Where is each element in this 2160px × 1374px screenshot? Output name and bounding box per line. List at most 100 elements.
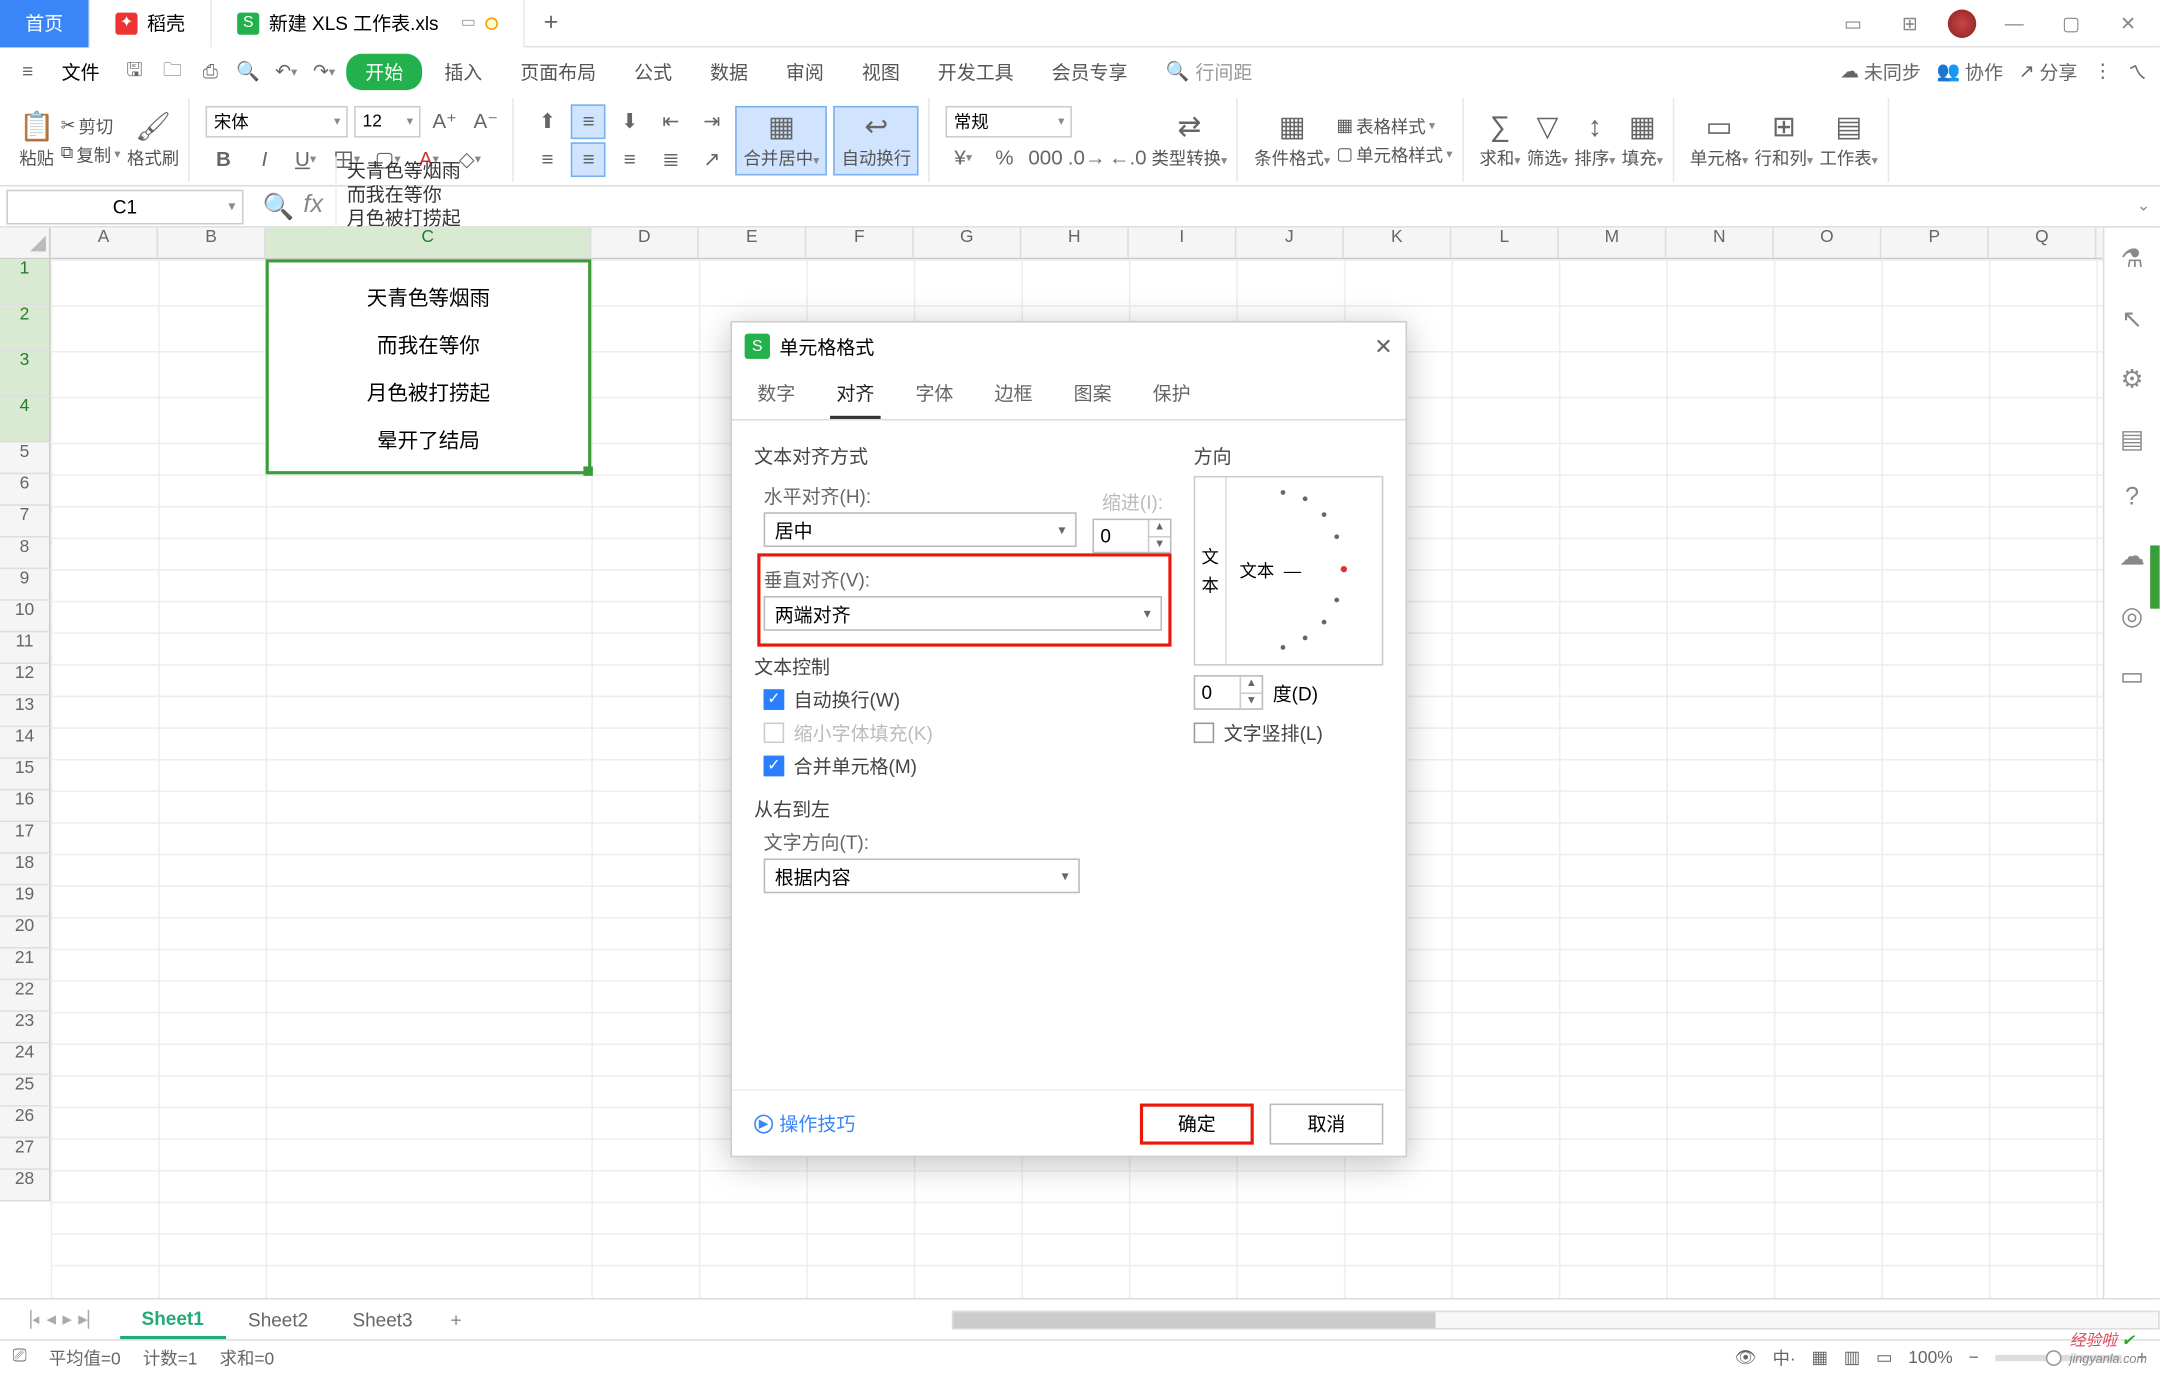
menu-view[interactable]: 视图	[846, 58, 916, 85]
row-header[interactable]: 16	[0, 791, 51, 823]
italic-button[interactable]: I	[247, 141, 282, 176]
col-header[interactable]: N	[1666, 228, 1774, 258]
col-header[interactable]: L	[1451, 228, 1559, 258]
indent-spinner[interactable]: 0 ▲▼	[1092, 519, 1171, 554]
menu-dev-tools[interactable]: 开发工具	[922, 58, 1030, 85]
font-size-combo[interactable]: 12▾	[355, 105, 421, 137]
row-header[interactable]: 25	[0, 1075, 51, 1107]
row-header[interactable]: 17	[0, 822, 51, 854]
cn-icon[interactable]: 中·	[1772, 1345, 1795, 1370]
col-header[interactable]: J	[1236, 228, 1344, 258]
view-normal-icon[interactable]: ▦	[1811, 1347, 1827, 1368]
side-location-icon[interactable]: ◎	[2121, 601, 2143, 633]
sheet-prev-icon[interactable]: ◂	[47, 1307, 57, 1331]
side-settings-icon[interactable]: ⚙	[2121, 364, 2144, 396]
underline-button[interactable]: U▾	[288, 141, 323, 176]
menu-page-layout[interactable]: 页面布局	[504, 58, 612, 85]
dialog-tab-border[interactable]: 边框	[988, 370, 1039, 419]
font-name-combo[interactable]: 宋体▾	[206, 105, 348, 137]
h-align-combo[interactable]: 居中▾	[764, 512, 1077, 547]
apps-icon[interactable]: ⊞	[1891, 4, 1929, 42]
side-more-icon[interactable]: ▭	[2120, 661, 2144, 693]
row-header[interactable]: 23	[0, 1012, 51, 1044]
side-props-icon[interactable]: ▤	[2120, 424, 2144, 456]
dialog-tips-link[interactable]: ▶操作技巧	[754, 1110, 855, 1137]
tab-menu-icon[interactable]: ▭	[461, 14, 476, 31]
col-header[interactable]: C	[266, 228, 592, 258]
col-header[interactable]: Q	[1989, 228, 2097, 258]
wrap-checkbox-row[interactable]: ✓自动换行(W)	[764, 686, 1172, 713]
row-header[interactable]: 10	[0, 601, 51, 633]
preview-icon[interactable]: 🔍	[232, 55, 264, 87]
tab-home[interactable]: 首页	[0, 0, 90, 47]
dialog-tab-pattern[interactable]: 图案	[1067, 370, 1118, 419]
more-icon[interactable]: ⋮	[2093, 60, 2112, 82]
dialog-close-button[interactable]: ✕	[1374, 333, 1393, 360]
row-header[interactable]: 3	[0, 351, 51, 397]
menu-start[interactable]: 开始	[346, 53, 422, 89]
row-header[interactable]: 12	[0, 664, 51, 696]
col-header[interactable]: P	[1881, 228, 1989, 258]
hamburger-icon[interactable]: ≡	[13, 60, 43, 82]
col-header[interactable]: O	[1774, 228, 1882, 258]
sheet-next-icon[interactable]: ▸	[62, 1307, 72, 1331]
zoom-out-button[interactable]: −	[1969, 1348, 1979, 1367]
orientation-vertical-text[interactable]: 文本	[1195, 477, 1227, 664]
spin-up-icon[interactable]: ▲	[1148, 520, 1170, 537]
align-top-icon[interactable]: ⬆	[530, 104, 565, 139]
row-header[interactable]: 15	[0, 759, 51, 791]
copy-button[interactable]: ⧉ 复制▾	[61, 141, 121, 166]
eye-icon[interactable]: 👁	[1735, 1347, 1757, 1368]
formula-expand-icon[interactable]: ⌄	[2127, 198, 2159, 215]
menu-data[interactable]: 数据	[694, 58, 764, 85]
side-help-icon[interactable]: ?	[2125, 484, 2139, 512]
col-header[interactable]: H	[1021, 228, 1129, 258]
select-all-corner[interactable]	[0, 228, 51, 258]
zoom-icon[interactable]: 🔍	[262, 191, 293, 223]
dialog-tab-font[interactable]: 字体	[909, 370, 960, 419]
share-button[interactable]: ↗ 分享	[2019, 58, 2078, 85]
spin-up-icon[interactable]: ▲	[1240, 677, 1262, 694]
vertical-text-checkbox-row[interactable]: 文字竖排(L)	[1194, 719, 1384, 746]
h-scrollbar[interactable]	[952, 1310, 2160, 1329]
spin-down-icon[interactable]: ▼	[1148, 537, 1170, 552]
status-mode-icon[interactable]: ⎚	[13, 1347, 27, 1368]
unsync-button[interactable]: ☁ 未同步	[1840, 58, 1921, 85]
col-header[interactable]: D	[591, 228, 699, 258]
row-header[interactable]: 18	[0, 854, 51, 886]
search-box[interactable]: 🔍 行间距	[1165, 58, 1252, 85]
format-painter-button[interactable]: 🖌格式刷	[127, 110, 179, 170]
row-header[interactable]: 19	[0, 885, 51, 917]
tab-file[interactable]: S 新建 XLS 工作表.xls ▭	[212, 0, 525, 47]
spin-down-icon[interactable]: ▼	[1240, 693, 1262, 708]
menu-review[interactable]: 审阅	[770, 58, 840, 85]
tab-docer[interactable]: ✦ 稻壳	[90, 0, 212, 47]
ok-button[interactable]: 确定	[1140, 1103, 1254, 1144]
dialog-tab-align[interactable]: 对齐	[830, 370, 881, 419]
merge-checkbox-row[interactable]: ✓合并单元格(M)	[764, 753, 1172, 780]
row-header[interactable]: 28	[0, 1170, 51, 1202]
row-header[interactable]: 26	[0, 1107, 51, 1139]
indent-increase-icon[interactable]: ⇥	[695, 104, 730, 139]
col-header[interactable]: F	[806, 228, 914, 258]
paste-button[interactable]: 📋粘贴	[19, 110, 54, 170]
save-as-icon[interactable]: 🗀	[157, 55, 189, 87]
dialog-tab-protect[interactable]: 保护	[1146, 370, 1197, 419]
table-style-button[interactable]: ▦ 表格样式▾	[1336, 113, 1452, 138]
col-header[interactable]: I	[1129, 228, 1237, 258]
row-header[interactable]: 27	[0, 1138, 51, 1170]
save-icon[interactable]: 🖫	[119, 55, 151, 87]
menu-insert[interactable]: 插入	[429, 58, 499, 85]
user-avatar[interactable]	[1948, 9, 1976, 37]
col-header[interactable]: G	[914, 228, 1022, 258]
fx-icon[interactable]: fx	[303, 191, 323, 223]
sheet-last-icon[interactable]: ▸⎸	[78, 1307, 107, 1331]
redo-icon[interactable]: ↷▾	[308, 55, 340, 87]
undo-icon[interactable]: ↶▾	[270, 55, 302, 87]
degree-spinner[interactable]: 0 ▲▼	[1194, 675, 1264, 710]
zoom-label[interactable]: 100%	[1908, 1348, 1952, 1367]
increase-font-icon[interactable]: A⁺	[427, 104, 462, 139]
side-select-icon[interactable]: ↖	[2121, 304, 2142, 336]
tab-add-button[interactable]: +	[525, 9, 578, 37]
row-header[interactable]: 21	[0, 949, 51, 981]
